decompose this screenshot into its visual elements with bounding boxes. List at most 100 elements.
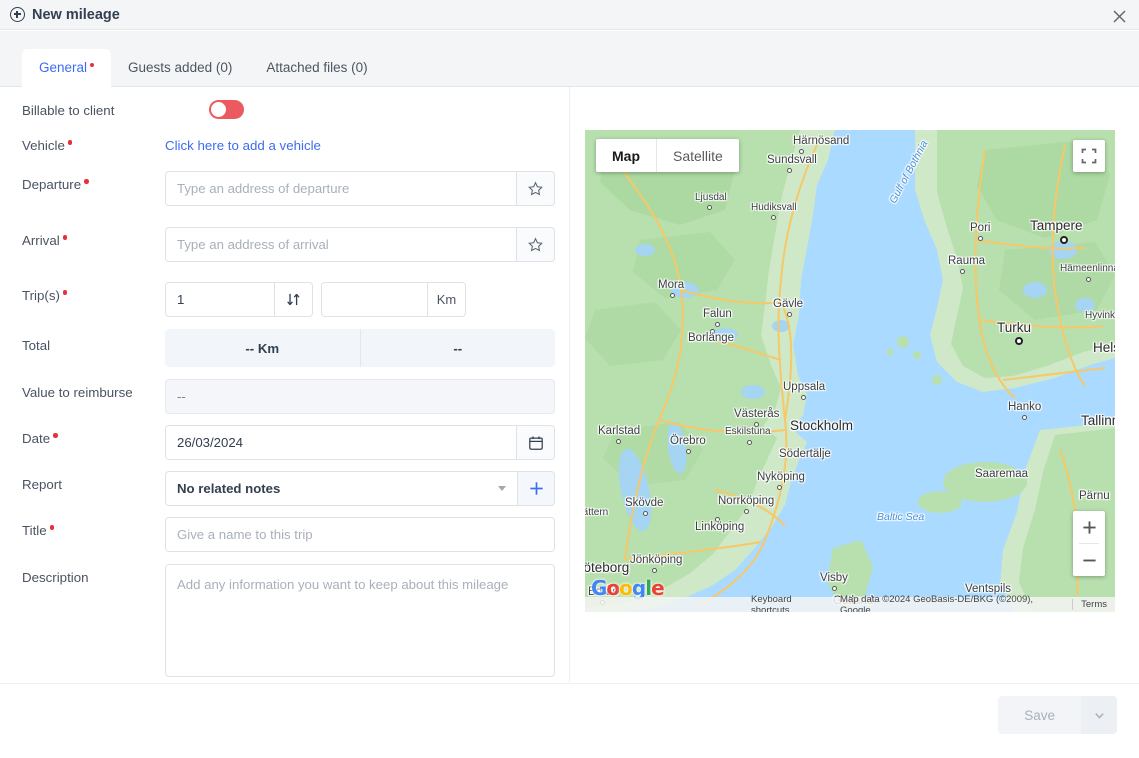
date-row: Date 26/03/2024 xyxy=(22,425,555,460)
page-title: New mileage xyxy=(10,7,120,23)
tab-guests-added-label: Guests added (0) xyxy=(128,60,232,75)
new-mileage-dialog: New mileage General Guests added (0) Att… xyxy=(0,0,1139,758)
tab-attached-files[interactable]: Attached files (0) xyxy=(249,49,384,87)
chevron-down-icon xyxy=(498,486,506,491)
add-report-button[interactable] xyxy=(517,471,555,506)
add-vehicle-link[interactable]: Click here to add a vehicle xyxy=(165,132,321,153)
required-dot-icon xyxy=(68,140,73,145)
trip-count-input[interactable]: 1 xyxy=(165,282,275,317)
arrival-control: Type an address of arrival xyxy=(165,227,555,262)
close-icon[interactable] xyxy=(1107,4,1131,28)
map-panel[interactable]: HärnösandSundsvallGulf of BothniaLjusdal… xyxy=(585,130,1115,612)
total-amount: -- xyxy=(361,341,556,356)
report-row: Report No related notes xyxy=(22,471,555,506)
trips-row: Trip(s) 1 Km xyxy=(22,282,466,317)
map-type-map[interactable]: Map xyxy=(596,139,656,172)
title-label-text: Title xyxy=(22,523,47,538)
departure-label-text: Departure xyxy=(22,177,81,192)
total-label: Total xyxy=(22,329,165,353)
map-type-switch: Map Satellite xyxy=(596,139,739,172)
vehicle-label: Vehicle xyxy=(22,132,165,153)
required-dot-icon xyxy=(63,235,68,240)
reimburse-row: Value to reimburse -- xyxy=(22,379,555,414)
dialog-body: Billable to client Vehicle Click here to… xyxy=(0,87,1139,682)
plus-icon xyxy=(528,480,545,497)
required-dot-icon xyxy=(84,179,89,184)
toggle-knob xyxy=(211,102,226,117)
required-dot-icon xyxy=(50,525,55,530)
map-attribution: Keyboard shortcuts Map data ©2024 GeoBas… xyxy=(585,597,1115,612)
trip-distance-input[interactable] xyxy=(321,282,428,317)
report-select-value: No related notes xyxy=(177,481,280,496)
tab-bar: General Guests added (0) Attached files … xyxy=(0,31,1139,87)
billable-row: Billable to client xyxy=(22,96,542,124)
report-label: Report xyxy=(22,471,165,492)
title-row: Title Give a name to this trip xyxy=(22,517,555,552)
map-data-text: Map data ©2024 GeoBasis-DE/BKG (©2009), … xyxy=(832,594,1072,613)
trip-distance-control: Km xyxy=(321,282,466,317)
departure-label: Departure xyxy=(22,171,165,192)
vertical-divider xyxy=(569,87,570,682)
zoom-out-button[interactable] xyxy=(1073,544,1105,576)
arrival-label: Arrival xyxy=(22,227,165,248)
fullscreen-glyph xyxy=(1081,148,1097,164)
star-glyph xyxy=(528,237,543,252)
page-title-text: New mileage xyxy=(32,7,120,23)
fullscreen-icon[interactable] xyxy=(1073,140,1105,172)
departure-control: Type an address of departure xyxy=(165,171,555,206)
terms-link[interactable]: Terms xyxy=(1072,599,1115,610)
required-dot-icon xyxy=(63,290,68,295)
swap-vertical-icon[interactable] xyxy=(275,282,313,317)
date-input[interactable]: 26/03/2024 xyxy=(165,425,517,460)
report-select[interactable]: No related notes xyxy=(165,471,517,506)
calendar-icon[interactable] xyxy=(517,425,555,460)
departure-input[interactable]: Type an address of departure xyxy=(165,171,517,206)
description-textarea[interactable]: Add any information you want to keep abo… xyxy=(165,564,555,677)
description-label: Description xyxy=(22,564,165,585)
trips-label: Trip(s) xyxy=(22,282,165,303)
trips-controls: 1 Km xyxy=(165,282,466,317)
plus-icon xyxy=(1082,520,1097,535)
departure-favorite-star-icon[interactable] xyxy=(517,171,555,206)
map-zoom-controls xyxy=(1073,511,1105,576)
vehicle-row: Vehicle Click here to add a vehicle xyxy=(22,132,321,153)
title-input[interactable]: Give a name to this trip xyxy=(165,517,555,552)
close-glyph xyxy=(1113,10,1126,23)
required-dot-icon xyxy=(53,433,58,438)
date-control: 26/03/2024 xyxy=(165,425,555,460)
plus-circle-icon xyxy=(10,7,25,22)
total-distance: -- Km xyxy=(165,341,360,356)
keyboard-shortcuts-link[interactable]: Keyboard shortcuts xyxy=(585,594,832,613)
arrival-row: Arrival Type an address of arrival xyxy=(22,227,555,262)
save-options-chevron-down-icon[interactable] xyxy=(1081,696,1117,734)
mileage-form: Billable to client Vehicle Click here to… xyxy=(0,87,569,682)
tab-general[interactable]: General xyxy=(22,49,111,87)
total-row: Total -- Km -- xyxy=(22,329,555,367)
billable-toggle[interactable] xyxy=(209,100,244,119)
date-label-text: Date xyxy=(22,431,50,446)
swap-glyph xyxy=(286,292,301,307)
departure-row: Departure Type an address of departure xyxy=(22,171,555,206)
trip-distance-unit: Km xyxy=(428,282,466,317)
map-type-satellite[interactable]: Satellite xyxy=(657,139,739,172)
calendar-glyph xyxy=(528,435,544,451)
reimburse-value: -- xyxy=(165,379,555,414)
arrival-input[interactable]: Type an address of arrival xyxy=(165,227,517,262)
reimburse-label: Value to reimburse xyxy=(22,379,165,400)
report-control: No related notes xyxy=(165,471,555,506)
date-label: Date xyxy=(22,425,165,446)
arrival-label-text: Arrival xyxy=(22,233,60,248)
zoom-in-button[interactable] xyxy=(1073,511,1105,543)
map-canvas xyxy=(585,130,1115,612)
total-values: -- Km -- xyxy=(165,329,555,367)
trips-label-text: Trip(s) xyxy=(22,288,60,303)
dialog-footer: Save xyxy=(0,684,1139,758)
save-button[interactable]: Save xyxy=(998,696,1081,734)
description-row: Description Add any information you want… xyxy=(22,564,555,677)
tab-guests-added[interactable]: Guests added (0) xyxy=(111,49,249,87)
chevron-glyph xyxy=(1093,709,1106,722)
minus-icon xyxy=(1082,553,1097,568)
arrival-favorite-star-icon[interactable] xyxy=(517,227,555,262)
vehicle-label-text: Vehicle xyxy=(22,138,65,153)
tab-attached-files-label: Attached files (0) xyxy=(266,60,367,75)
